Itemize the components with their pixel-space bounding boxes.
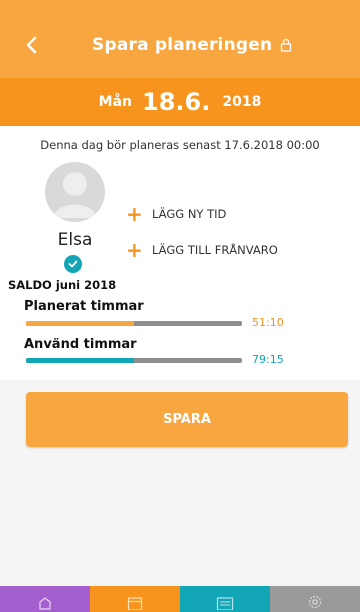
add-absence-button[interactable]: + LÄGG TILL FRÅNVARO [126,238,278,262]
add-time-button[interactable]: + LÄGG NY TID [126,202,226,226]
weekday-label: Mån [98,94,133,110]
planned-hours-title: Planerat timmar [24,299,144,314]
add-absence-label: LÄGG TILL FRÅNVARO [152,243,278,257]
gear-icon [308,595,322,609]
planning-card: Denna dag bör planeras senast 17.6.2018 … [0,126,360,380]
saldo-label: SALDO juni 2018 [8,278,117,292]
tab-home[interactable] [0,586,90,612]
app-header: Spara planeringen [0,0,360,78]
page-title: Spara planeringen [92,35,292,55]
plus-icon: + [126,202,143,226]
user-name: Elsa [57,230,93,250]
planned-hours-value: 51:10 [252,316,284,329]
planned-hours-bar [26,321,242,326]
page-title-label: Spara planeringen [92,35,273,55]
chevron-left-icon [26,36,37,54]
tab-settings[interactable] [270,586,360,612]
used-hours-bar [26,358,242,363]
tab-list[interactable] [180,586,270,612]
checkmark-icon [68,260,78,268]
plus-icon: + [126,238,143,262]
home-icon [39,597,51,610]
user-placeholder-icon [45,162,105,222]
lock-icon [281,38,292,52]
used-hours-title: Använd timmar [24,337,137,352]
avatar [45,162,105,222]
calendar-icon [127,597,143,610]
back-button[interactable] [20,34,42,56]
used-hours-value: 79:15 [252,353,284,366]
date-label: 18.6. [142,88,211,116]
used-hours-fill [26,358,134,363]
date-bar: Mån 18.6. 2018 [0,78,360,126]
save-button[interactable]: SPARA [26,392,348,447]
deadline-text: Denna dag bör planeras senast 17.6.2018 … [40,138,320,152]
list-icon [216,597,234,610]
year-label: 2018 [222,94,262,110]
check-badge [64,255,82,273]
planned-hours-fill [26,321,134,326]
add-time-label: LÄGG NY TID [152,207,227,221]
bottom-tab-bar [0,586,360,612]
tab-calendar[interactable] [90,586,180,612]
